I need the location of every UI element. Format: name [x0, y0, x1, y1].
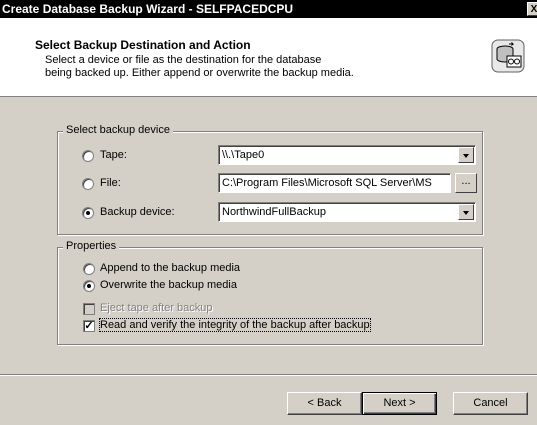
tape-dropdown[interactable]: \\.\Tape0 — [218, 145, 476, 165]
footer-separator-highlight — [0, 375, 537, 376]
tape-radio[interactable] — [82, 150, 94, 162]
cancel-button[interactable]: Cancel — [453, 392, 528, 415]
overwrite-label: Overwrite the backup media — [100, 279, 237, 291]
file-label: File: — [100, 177, 121, 189]
backup-device-radio[interactable] — [82, 207, 94, 219]
append-label: Append to the backup media — [100, 262, 241, 274]
file-radio[interactable] — [82, 178, 94, 190]
close-button[interactable]: X — [527, 2, 537, 16]
backup-device-label: Backup device: — [100, 206, 175, 218]
properties-group-legend: Properties — [63, 240, 120, 252]
browse-button[interactable]: ... — [455, 173, 477, 193]
description-line-1: Select a device or file as the destinati… — [45, 54, 322, 66]
file-path-input[interactable]: C:\Program Files\Microsoft SQL Server\MS — [218, 173, 451, 193]
description-line-2: being backed up. Either append or overwr… — [45, 67, 354, 79]
page-description: Select a device or file as the destinati… — [45, 54, 425, 80]
tape-dropdown-arrow-icon[interactable] — [458, 147, 474, 163]
backup-device-value: NorthwindFullBackup — [222, 206, 326, 218]
tape-dropdown-value: \\.\Tape0 — [222, 149, 265, 161]
verify-backup-checkbox[interactable]: ✓ — [83, 320, 95, 332]
append-radio[interactable] — [83, 263, 95, 275]
database-backup-icon — [491, 39, 525, 73]
verify-backup-label: Read and verify the integrity of the bac… — [99, 318, 371, 332]
file-path-value: C:\Program Files\Microsoft SQL Server\MS — [222, 177, 432, 189]
tape-label: Tape: — [100, 149, 127, 161]
next-button[interactable]: Next > — [362, 392, 437, 415]
title-bar: Create Database Backup Wizard - SELFPACE… — [0, 0, 537, 18]
backup-device-dropdown-arrow-icon[interactable] — [458, 204, 474, 220]
backup-device-dropdown[interactable]: NorthwindFullBackup — [218, 202, 476, 222]
eject-tape-checkbox[interactable] — [83, 303, 95, 315]
page-title: Select Backup Destination and Action — [35, 38, 251, 52]
back-button[interactable]: < Back — [287, 392, 362, 415]
device-group-legend: Select backup device — [63, 124, 173, 136]
wizard-header: Select Backup Destination and Action Sel… — [0, 18, 537, 97]
eject-tape-label: Eject tape after backup — [100, 302, 213, 314]
overwrite-radio[interactable] — [83, 280, 95, 292]
window-title: Create Database Backup Wizard - SELFPACE… — [2, 2, 294, 16]
checkmark-icon: ✓ — [84, 320, 94, 332]
